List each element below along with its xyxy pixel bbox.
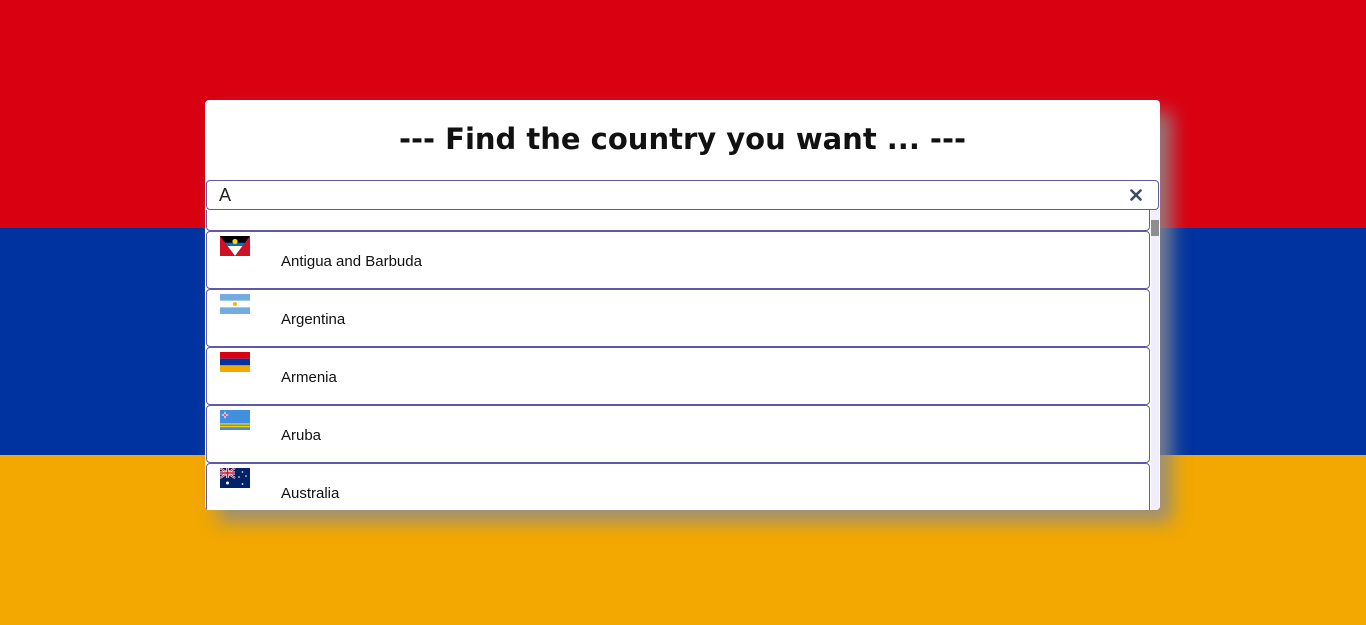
country-name: Australia bbox=[281, 485, 340, 502]
search-box bbox=[206, 180, 1159, 210]
list-item[interactable]: Armenia bbox=[206, 347, 1150, 405]
aruba-flag-icon bbox=[220, 410, 250, 430]
list-item[interactable]: Antigua and Barbuda bbox=[206, 231, 1150, 289]
scrollbar-thumb[interactable] bbox=[1151, 220, 1159, 236]
results-list[interactable]: Antigua and Barbuda Argentina Armenia Ar… bbox=[206, 210, 1159, 510]
country-name: Aruba bbox=[281, 427, 322, 444]
results-scrollbar[interactable] bbox=[1151, 210, 1159, 510]
list-item[interactable]: Aruba bbox=[206, 405, 1150, 463]
list-item[interactable]: Argentina bbox=[206, 289, 1150, 347]
clear-search-button[interactable] bbox=[1126, 184, 1146, 206]
country-name: Armenia bbox=[281, 369, 337, 386]
australia-flag-icon bbox=[220, 468, 250, 488]
antigua-and-barbuda-flag-icon bbox=[220, 236, 250, 256]
search-input[interactable] bbox=[219, 183, 1099, 207]
list-item[interactable]: Australia bbox=[206, 463, 1150, 510]
argentina-flag-icon bbox=[220, 294, 250, 314]
close-icon bbox=[1130, 189, 1142, 201]
list-item[interactable] bbox=[206, 210, 1150, 231]
country-search-panel: --- Find the country you want ... --- A … bbox=[205, 100, 1160, 510]
page-title: --- Find the country you want ... --- bbox=[398, 122, 967, 156]
country-name: Antigua and Barbuda bbox=[281, 253, 422, 270]
country-name: Argentina bbox=[281, 311, 346, 328]
armenia-flag-icon bbox=[220, 352, 250, 372]
